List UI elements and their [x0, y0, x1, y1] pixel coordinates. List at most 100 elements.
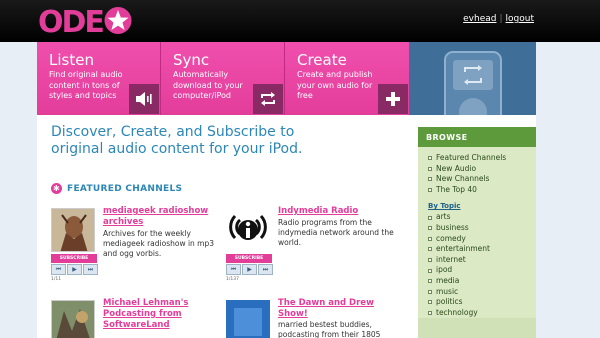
create-button[interactable]: [378, 84, 408, 114]
topic-item-comedy[interactable]: comedy: [428, 234, 536, 245]
plus-icon: [386, 92, 400, 106]
play-button[interactable]: ▶: [67, 264, 82, 275]
channel-thumbnail[interactable]: [226, 208, 270, 252]
sync-tile[interactable]: Sync Automatically download to your comp…: [161, 42, 285, 115]
bullet-icon: [428, 300, 432, 305]
by-topic-heading[interactable]: By Topic: [428, 202, 536, 210]
topic-item-business[interactable]: business: [428, 223, 536, 234]
sync-title: Sync: [173, 51, 210, 69]
user-bar: evhead | logout: [463, 14, 534, 24]
browse-heading: BROWSE: [418, 127, 536, 147]
create-desc: Create and publish your own audio for fr…: [297, 70, 373, 100]
browse-item-new-channels[interactable]: New Channels: [428, 174, 536, 185]
topic-label: comedy: [436, 233, 466, 243]
create-title: Create: [297, 51, 347, 69]
listen-desc: Find original audio content in tons of s…: [49, 70, 123, 100]
featured-channels-label: FEATURED CHANNELS: [67, 183, 183, 194]
bullet-icon: [428, 188, 432, 193]
channel-thumbnail[interactable]: [226, 300, 270, 338]
topic-label: media: [436, 275, 460, 285]
next-button[interactable]: ⏭: [83, 264, 98, 275]
previous-button[interactable]: ⏮: [51, 264, 66, 275]
bullet-icon: [428, 258, 432, 263]
sync-icon: [261, 92, 275, 106]
topic-item-music[interactable]: music: [428, 287, 536, 298]
browse-item-featured-channels[interactable]: Featured Channels: [428, 153, 536, 164]
next-button[interactable]: ⏭: [258, 264, 273, 275]
channel-art-image: [52, 209, 94, 251]
topic-item-entertainment[interactable]: entertainment: [428, 244, 536, 255]
channel-title-link[interactable]: mediageek radioshow archives: [103, 206, 221, 228]
browse-item-new-audio[interactable]: New Audio: [428, 164, 536, 175]
topic-item-technology[interactable]: technology: [428, 308, 536, 319]
odeo-logo[interactable]: ODE: [38, 5, 134, 36]
episode-count: 1/137: [226, 277, 239, 282]
channel-art-image: [52, 301, 94, 338]
listen-tile[interactable]: Listen Find original audio content in to…: [37, 42, 161, 115]
channel-description: Archives for the weekly mediageek radios…: [103, 229, 215, 258]
ipod-icon: [444, 51, 502, 115]
bullet-icon: [428, 177, 432, 182]
bullet-icon: [428, 236, 432, 241]
page-headline: Discover, Create, and Subscribe to origi…: [51, 124, 303, 157]
listen-button[interactable]: [129, 84, 159, 114]
featured-channels-heading: ✱ FEATURED CHANNELS: [51, 183, 182, 194]
bullet-icon: [428, 268, 432, 273]
promo-bar: Listen Find original audio content in to…: [37, 42, 409, 115]
bullet-icon: [428, 215, 432, 220]
channel-thumbnail[interactable]: [51, 208, 95, 252]
indymedia-logo-image: [226, 208, 270, 252]
sync-button[interactable]: [253, 84, 283, 114]
browse-item-top-40[interactable]: The Top 40: [428, 185, 536, 196]
browse-list: Featured Channels New Audio New Channels…: [418, 147, 536, 319]
listen-title: Listen: [49, 51, 94, 69]
sync-desc: Automatically download to your computer/…: [173, 70, 243, 100]
topic-label: politics: [436, 297, 463, 307]
browse-item-label: The Top 40: [436, 184, 477, 194]
right-margin: [536, 42, 600, 338]
bullet-icon: [428, 247, 432, 252]
bullet-icon: [428, 289, 432, 294]
bullet-icon: [428, 226, 432, 231]
create-tile[interactable]: Create Create and publish your own audio…: [285, 42, 409, 115]
topic-label: business: [436, 222, 469, 232]
channel-title-link[interactable]: Michael Lehman's Podcasting from Softwar…: [103, 298, 221, 331]
star-icon: ✱: [51, 183, 62, 194]
topic-item-internet[interactable]: internet: [428, 255, 536, 266]
topic-label: ipod: [436, 265, 453, 275]
channel-description: married bestest buddies, podcasting from…: [278, 320, 381, 338]
browse-item-label: New Audio: [436, 163, 477, 173]
episode-count: 1/11: [51, 277, 62, 282]
channel-title-link[interactable]: Indymedia Radio: [278, 206, 396, 217]
bullet-icon: [428, 279, 432, 284]
channel-description: Radio programs from the indymedia networ…: [278, 218, 394, 247]
topic-label: arts: [436, 212, 451, 222]
username-link[interactable]: evhead: [463, 14, 496, 24]
logout-link[interactable]: logout: [506, 14, 534, 24]
player-controls: ⏮ ▶ ⏭: [51, 264, 99, 275]
bullet-icon: [428, 166, 432, 171]
topic-item-arts[interactable]: arts: [428, 212, 536, 223]
play-button[interactable]: ▶: [242, 264, 257, 275]
speaker-icon: [136, 92, 152, 106]
ipod-illustration: [409, 42, 536, 115]
channel-thumbnail[interactable]: [51, 300, 95, 338]
subscribe-button[interactable]: SUBSCRIBE: [51, 254, 97, 263]
channel-art-image: [226, 300, 270, 338]
topic-label: technology: [436, 307, 478, 317]
topic-label: entertainment: [436, 244, 490, 254]
topic-item-media[interactable]: media: [428, 276, 536, 287]
previous-button[interactable]: ⏮: [226, 264, 241, 275]
subscribe-button[interactable]: SUBSCRIBE: [226, 254, 272, 263]
page: ODE evhead | logout Listen Find original a…: [0, 0, 600, 338]
topic-item-politics[interactable]: politics: [428, 297, 536, 308]
topic-label: music: [436, 286, 459, 296]
topic-item-ipod[interactable]: ipod: [428, 265, 536, 276]
channel-title-link[interactable]: The Dawn and Drew Show!: [278, 298, 396, 320]
bullet-icon: [428, 311, 432, 316]
user-separator: |: [499, 14, 503, 24]
player-controls: ⏮ ▶ ⏭: [226, 264, 274, 275]
browse-item-label: Featured Channels: [436, 153, 507, 162]
top-bar: ODE evhead | logout: [0, 0, 600, 42]
left-margin: [0, 42, 37, 338]
